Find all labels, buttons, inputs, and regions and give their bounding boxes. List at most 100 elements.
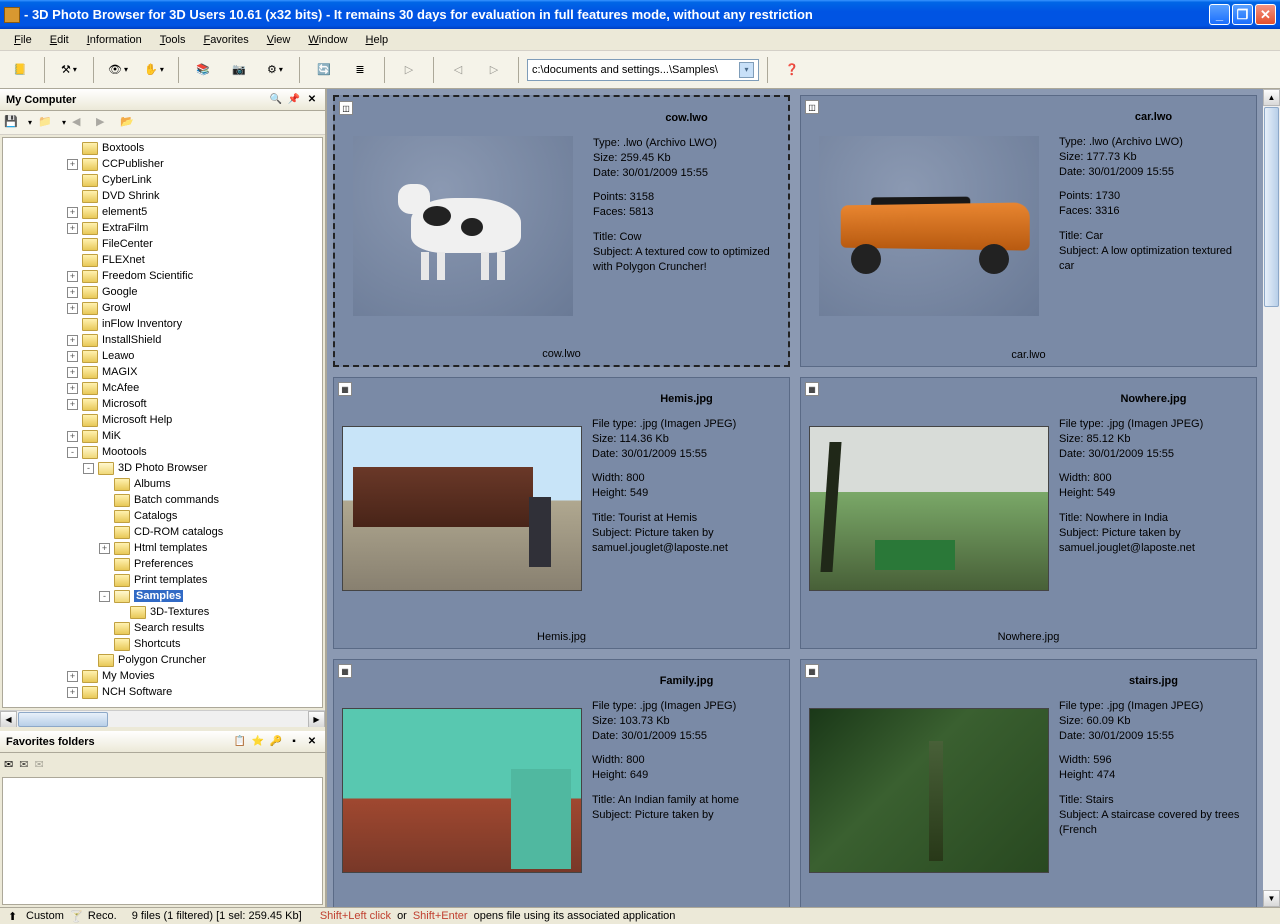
toolbar-back-icon[interactable]: ◁ [442, 55, 474, 85]
item-meta: Width: 800 Height: 649 [592, 753, 781, 783]
pin-icon[interactable]: 📌 [287, 93, 301, 107]
status-reco: Reco. [88, 910, 117, 922]
filter-icon: 🍸 [70, 910, 82, 922]
thumbnail-card[interactable]: ▦stairs.jpgFile type: .jpg (Imagen JPEG)… [800, 659, 1257, 907]
toolbar: 📒 ⚒▾ 👁▾ ✋▾ 📚 📷 ⚙▾ 🔄 ≣ ▷ ◁ ▷ c:\documents… [0, 51, 1280, 89]
nav-back-icon[interactable]: ◀ [72, 115, 90, 131]
mail-dim-icon[interactable]: ✉ [34, 758, 43, 771]
path-combobox[interactable]: c:\documents and settings...\Samples\ ▾ [527, 59, 759, 81]
toolbar-eye-icon[interactable]: 👁▾ [102, 55, 134, 85]
search-icon[interactable]: 🔍 [269, 93, 283, 107]
tree-item[interactable]: +Growl [3, 300, 322, 316]
titlebar: - 3D Photo Browser for 3D Users 10.61 (x… [0, 0, 1280, 29]
menu-information[interactable]: Information [79, 32, 150, 48]
note-icon[interactable]: 📋 [233, 735, 247, 749]
tree-item[interactable]: +Leawo [3, 348, 322, 364]
tree-item[interactable]: +InstallShield [3, 332, 322, 348]
tree-item[interactable]: Print templates [3, 572, 322, 588]
box-icon[interactable]: ▪ [287, 735, 301, 749]
menu-edit[interactable]: Edit [42, 32, 77, 48]
key-icon[interactable]: 🔑 [269, 735, 283, 749]
content-vscrollbar[interactable]: ▲▼ [1263, 89, 1280, 907]
toolbar-play-icon[interactable]: ▷ [393, 55, 425, 85]
tree-item[interactable]: +element5 [3, 204, 322, 220]
toolbar-list-icon[interactable]: ≣ [344, 55, 376, 85]
tree-item[interactable]: Boxtools [3, 140, 322, 156]
status-hint-mid: or [397, 910, 407, 922]
tree-item[interactable]: +NCH Software [3, 684, 322, 700]
thumbnail-card[interactable]: ◫cow.lwoType: .lwo (Archivo LWO) Size: 2… [333, 95, 790, 367]
toolbar-help-icon[interactable]: ❓ [776, 55, 808, 85]
tree-item[interactable]: +Html templates [3, 540, 322, 556]
menu-view[interactable]: View [259, 32, 299, 48]
favorites-list[interactable] [2, 777, 323, 905]
chevron-down-icon[interactable]: ▾ [739, 62, 754, 78]
tree-item[interactable]: -3D Photo Browser [3, 460, 322, 476]
close-button[interactable]: ✕ [1255, 4, 1276, 25]
toolbar-forward-icon[interactable]: ▷ [478, 55, 510, 85]
tree-item[interactable]: Shortcuts [3, 636, 322, 652]
tree-hscrollbar[interactable]: ◀▶ [0, 710, 325, 727]
folder-icon[interactable]: 📁 [38, 115, 56, 131]
folder-tree[interactable]: Boxtools+CCPublisherCyberLinkDVD Shrink+… [2, 137, 323, 708]
sidebar: My Computer 🔍 📌 ✕ 💾▾ 📁▾ ◀ ▶ 📂 Boxtools+C… [0, 89, 327, 907]
fav-close-icon[interactable]: ✕ [305, 735, 319, 749]
toolbar-tools-icon[interactable]: ⚒▾ [53, 55, 85, 85]
item-meta: Title: Tourist at Hemis Subject: Picture… [592, 511, 781, 556]
menu-window[interactable]: Window [300, 32, 355, 48]
toolbar-hand-icon[interactable]: ✋▾ [138, 55, 170, 85]
tree-item[interactable]: +MiK [3, 428, 322, 444]
tree-item[interactable]: +McAfee [3, 380, 322, 396]
menu-help[interactable]: Help [358, 32, 397, 48]
add-fav-icon[interactable]: ⭐ [251, 735, 265, 749]
tree-item[interactable]: Preferences [3, 556, 322, 572]
panel-close-icon[interactable]: ✕ [305, 93, 319, 107]
thumbnail-card[interactable]: ▦Nowhere.jpgFile type: .jpg (Imagen JPEG… [800, 377, 1257, 649]
mail-open-icon[interactable]: ✉ [19, 758, 28, 771]
tree-item[interactable]: +ExtraFilm [3, 220, 322, 236]
tree-item[interactable]: Search results [3, 620, 322, 636]
favorites-title: Favorites folders [6, 736, 95, 748]
drive-icon[interactable]: 💾 [4, 115, 22, 131]
thumbnail-card[interactable]: ▦Family.jpgFile type: .jpg (Imagen JPEG)… [333, 659, 790, 907]
up-folder-icon[interactable]: 📂 [120, 115, 138, 131]
mail-icon[interactable]: ✉ [4, 758, 13, 771]
tree-item[interactable]: Microsoft Help [3, 412, 322, 428]
toolbar-catalog-icon[interactable]: 📒 [4, 55, 36, 85]
tree-item[interactable]: +Freedom Scientific [3, 268, 322, 284]
toolbar-books-icon[interactable]: 📚 [187, 55, 219, 85]
tree-item[interactable]: +CCPublisher [3, 156, 322, 172]
tree-item[interactable]: +MAGIX [3, 364, 322, 380]
menu-tools[interactable]: Tools [152, 32, 194, 48]
tree-item[interactable]: Batch commands [3, 492, 322, 508]
tree-item[interactable]: +Microsoft [3, 396, 322, 412]
tree-item[interactable]: FLEXnet [3, 252, 322, 268]
tree-item[interactable]: Catalogs [3, 508, 322, 524]
tree-item[interactable]: Albums [3, 476, 322, 492]
tree-item[interactable]: FileCenter [3, 236, 322, 252]
nav-fwd-icon[interactable]: ▶ [96, 115, 114, 131]
tree-item[interactable]: +My Movies [3, 668, 322, 684]
tree-item[interactable]: 3D-Textures [3, 604, 322, 620]
tree-item[interactable]: -Samples [3, 588, 322, 604]
tree-item[interactable]: inFlow Inventory [3, 316, 322, 332]
item-caption: Nowhere.jpg [801, 628, 1256, 648]
menu-file[interactable]: File [6, 32, 40, 48]
menu-favorites[interactable]: Favorites [195, 32, 256, 48]
toolbar-refresh-icon[interactable]: 🔄 [308, 55, 340, 85]
tree-item[interactable]: CD-ROM catalogs [3, 524, 322, 540]
menubar: FileEditInformationToolsFavoritesViewWin… [0, 29, 1280, 51]
toolbar-camera-icon[interactable]: 📷 [223, 55, 255, 85]
tree-item[interactable]: CyberLink [3, 172, 322, 188]
maximize-button[interactable]: ❐ [1232, 4, 1253, 25]
tree-item[interactable]: Polygon Cruncher [3, 652, 322, 668]
tree-panel-title: My Computer [6, 94, 76, 106]
minimize-button[interactable]: _ [1209, 4, 1230, 25]
tree-item[interactable]: DVD Shrink [3, 188, 322, 204]
toolbar-gear-icon[interactable]: ⚙▾ [259, 55, 291, 85]
thumbnail-card[interactable]: ◫car.lwoType: .lwo (Archivo LWO) Size: 1… [800, 95, 1257, 367]
tree-item[interactable]: +Google [3, 284, 322, 300]
item-caption: cow.lwo [335, 345, 788, 365]
thumbnail-card[interactable]: ▦Hemis.jpgFile type: .jpg (Imagen JPEG) … [333, 377, 790, 649]
tree-item[interactable]: -Mootools [3, 444, 322, 460]
